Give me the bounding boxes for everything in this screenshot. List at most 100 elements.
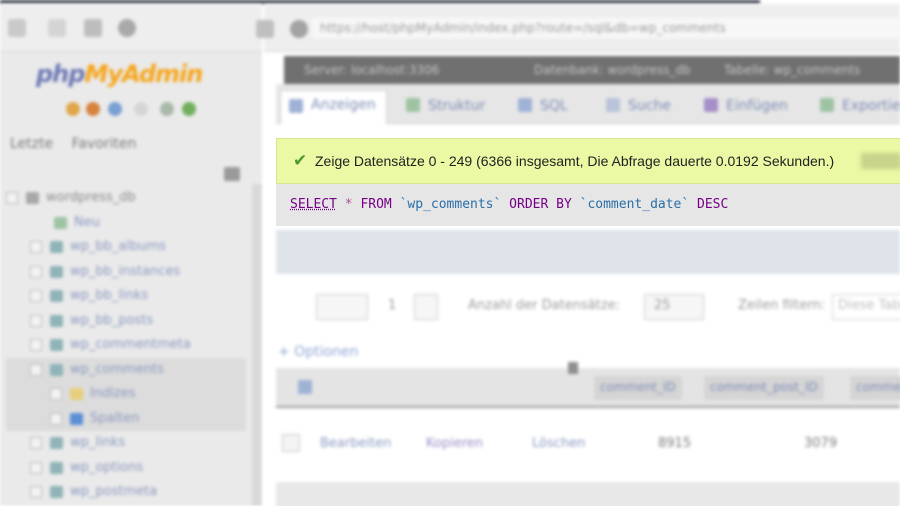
expand-icon[interactable] bbox=[50, 388, 62, 400]
table-icon bbox=[50, 265, 63, 278]
export-icon bbox=[820, 98, 834, 112]
sql-keyword-from: FROM bbox=[360, 197, 392, 212]
tab-insert[interactable]: Einfügen bbox=[700, 92, 788, 122]
refresh-icon[interactable] bbox=[182, 102, 196, 116]
table-tabs: Anzeigen Struktur SQL Suche Einfügen Exp… bbox=[276, 84, 900, 124]
table-icon bbox=[50, 314, 63, 327]
tree-item-table[interactable]: wp_postmeta bbox=[6, 480, 246, 505]
expand-icon[interactable] bbox=[30, 314, 42, 327]
table-icon bbox=[50, 486, 63, 498]
rows-label: Anzahl der Datensätze: bbox=[468, 298, 620, 313]
browse-icon bbox=[289, 99, 303, 113]
expand-icon[interactable] bbox=[30, 461, 42, 474]
tab-browse[interactable]: Anzeigen bbox=[280, 90, 387, 124]
nav-tab-recent[interactable]: Letzte bbox=[10, 136, 53, 152]
breadcrumb-table[interactable]: Tabelle: wp_comments bbox=[724, 63, 860, 77]
filter-placeholder: Diese Tabelle durchsuchen bbox=[838, 298, 900, 313]
sql-query[interactable]: SELECT * FROM `wp_comments` ORDER BY `co… bbox=[290, 197, 728, 212]
table-icon bbox=[50, 437, 63, 449]
expand-icon[interactable] bbox=[30, 290, 42, 302]
column-header-post-id[interactable]: comment_post_ID bbox=[704, 376, 824, 400]
page-nav-next[interactable] bbox=[414, 294, 438, 320]
index-icon bbox=[70, 388, 83, 400]
address-bar: https://host/phpMyAdmin/index.php?route=… bbox=[256, 4, 900, 52]
logout-icon[interactable] bbox=[86, 102, 100, 116]
expand-icon[interactable] bbox=[50, 412, 62, 425]
nav-tabs: Letzte Favoriten bbox=[10, 136, 150, 152]
sql-star: * bbox=[344, 197, 353, 212]
tab-search[interactable]: Suche bbox=[602, 92, 671, 122]
sql-table-name: `wp_comments` bbox=[399, 197, 502, 212]
copy-link[interactable]: Kopieren bbox=[426, 436, 483, 451]
collapse-icon[interactable] bbox=[30, 363, 42, 376]
table-icon bbox=[50, 241, 63, 253]
tree-item-table[interactable]: wp_links bbox=[6, 431, 246, 456]
lock-icon bbox=[290, 20, 308, 38]
pagination-bar: 1 Anzahl der Datensätze: 25 Zeilen filte… bbox=[276, 284, 900, 330]
sort-icon[interactable] bbox=[298, 380, 312, 394]
filter-label: Zeilen filtern: bbox=[738, 298, 826, 313]
home-icon[interactable] bbox=[8, 19, 26, 37]
expand-icon[interactable] bbox=[30, 265, 42, 278]
tree-item-table[interactable]: wp_options bbox=[6, 456, 246, 481]
collapse-db-icon[interactable] bbox=[6, 192, 18, 204]
phpmyadmin-logo[interactable]: phpMyAdmin bbox=[36, 60, 203, 88]
expand-icon[interactable] bbox=[30, 486, 42, 498]
table-row-next bbox=[276, 482, 900, 506]
column-header-author[interactable]: comment_author bbox=[850, 376, 900, 400]
tree-item-indexes[interactable]: Indizes bbox=[6, 382, 246, 407]
result-message: Zeige Datensätze 0 - 249 (6366 insgesamt… bbox=[315, 153, 835, 169]
main-panel: https://host/phpMyAdmin/index.php?route=… bbox=[256, 4, 900, 506]
help-icon[interactable] bbox=[108, 102, 122, 116]
new-table-icon bbox=[54, 216, 67, 229]
column-toggle-icon[interactable] bbox=[568, 362, 578, 374]
tab-export[interactable]: Exportieren bbox=[816, 92, 900, 122]
tab-sql[interactable]: SQL bbox=[514, 92, 568, 122]
page-nav-first[interactable] bbox=[316, 294, 368, 320]
settings-icon[interactable] bbox=[118, 19, 136, 37]
tree-item-selected-table[interactable]: wp_comments bbox=[6, 357, 246, 382]
breadcrumb-server[interactable]: Server: localhost:3306 bbox=[304, 63, 439, 77]
row-checkbox[interactable] bbox=[282, 434, 300, 452]
add-icon[interactable] bbox=[256, 20, 274, 38]
results-table-header: comment_ID comment_post_ID comment_autho… bbox=[276, 362, 900, 408]
expand-icon[interactable] bbox=[30, 241, 42, 253]
sql-keyword-order-by: ORDER BY bbox=[509, 197, 572, 212]
tree-item-table[interactable]: wp_bb_instances bbox=[6, 260, 246, 285]
collapse-all-icon[interactable] bbox=[224, 167, 240, 181]
tree-item-table[interactable]: wp_bb_posts bbox=[6, 309, 246, 334]
tab-structure[interactable]: Struktur bbox=[402, 92, 485, 122]
sql-keyword-select[interactable]: SELECT bbox=[290, 197, 337, 212]
edit-link[interactable]: Bearbeiten bbox=[320, 436, 391, 451]
rows-value: 25 bbox=[654, 298, 671, 313]
nav-toolbar bbox=[0, 4, 262, 52]
expand-icon[interactable] bbox=[30, 437, 42, 449]
reload-icon[interactable] bbox=[84, 19, 102, 37]
back-icon[interactable] bbox=[48, 19, 66, 37]
tree-db-node[interactable]: wordpress_db bbox=[6, 186, 246, 211]
column-header-id[interactable]: comment_ID bbox=[594, 376, 682, 400]
expand-icon[interactable] bbox=[30, 339, 42, 351]
docs-icon[interactable] bbox=[134, 102, 148, 116]
rows-select[interactable] bbox=[644, 294, 704, 320]
table-icon bbox=[50, 290, 63, 302]
breadcrumb-database[interactable]: Datenbank: wordpress_db bbox=[534, 63, 691, 77]
nav-tab-favorites[interactable]: Favoriten bbox=[72, 136, 137, 152]
navigation-panel: phpMyAdmin Letzte Favoriten wordpress_db… bbox=[0, 4, 262, 506]
nav-scrollbar[interactable] bbox=[252, 184, 262, 506]
page-number[interactable]: 1 bbox=[388, 298, 396, 313]
tree-item-table[interactable]: wp_commentmeta bbox=[6, 333, 246, 358]
query-actions-bar bbox=[276, 230, 900, 274]
columns-icon bbox=[70, 412, 83, 425]
cell-post-id: 3079 bbox=[804, 436, 838, 451]
insert-icon bbox=[704, 98, 718, 112]
cell-comment-id: 8915 bbox=[658, 436, 692, 451]
tree-item-new[interactable]: Neu bbox=[6, 211, 246, 236]
options-link[interactable]: + Optionen bbox=[278, 344, 358, 360]
delete-link[interactable]: Löschen bbox=[532, 436, 585, 451]
tree-item-columns[interactable]: Spalten bbox=[6, 406, 246, 431]
home-quick-icon[interactable] bbox=[66, 102, 80, 116]
nav-settings-icon[interactable] bbox=[160, 102, 174, 116]
tree-item-table[interactable]: wp_bb_albums bbox=[6, 235, 246, 260]
tree-item-table[interactable]: wp_bb_links bbox=[6, 284, 246, 309]
